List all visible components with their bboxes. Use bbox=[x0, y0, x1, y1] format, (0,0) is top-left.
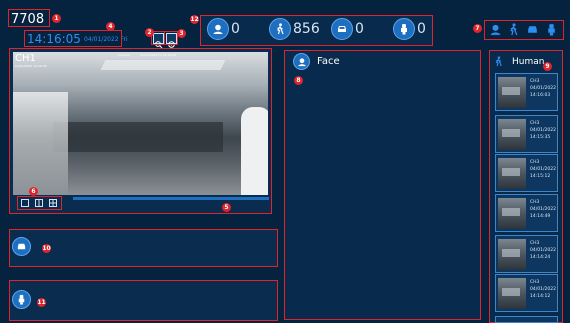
settings-button-box bbox=[164, 31, 178, 45]
scooter-icon bbox=[401, 24, 407, 35]
face-icon bbox=[213, 24, 223, 34]
marker-10: 10 bbox=[42, 244, 51, 253]
capture-channel: CH3 bbox=[530, 121, 540, 126]
capture-channel: CH3 bbox=[530, 280, 540, 285]
ceiling-light bbox=[100, 60, 226, 70]
human-capture-card[interactable]: CH3 04/01/2022 14:15:35 bbox=[495, 115, 558, 153]
human-count: 856 bbox=[293, 21, 320, 37]
human-capture-card[interactable]: CH3 04/01/2022 14:14:12 bbox=[495, 274, 558, 312]
marker-1: 1 bbox=[52, 14, 61, 23]
vehicle-stat-icon-circle bbox=[331, 18, 353, 40]
vehicle-panel-icon-circle bbox=[12, 237, 31, 256]
face-icon bbox=[297, 57, 306, 66]
capture-channel: CH3 bbox=[530, 160, 540, 165]
vehicle-filter-icon[interactable] bbox=[526, 23, 539, 36]
marker-3: 3 bbox=[177, 29, 186, 38]
face-stat-icon-circle bbox=[207, 18, 229, 40]
marker-11: 11 bbox=[37, 298, 46, 307]
capture-date: 04/01/2022 bbox=[530, 167, 556, 172]
capture-time: 14:16:03 bbox=[530, 93, 551, 98]
video-osd-timestamp: 04/01/2022 14:16:05 bbox=[15, 64, 47, 68]
marker-9: 9 bbox=[543, 62, 552, 71]
walking-person-icon bbox=[277, 23, 284, 35]
capture-time: 14:15:35 bbox=[530, 135, 551, 140]
person-foreground bbox=[241, 107, 268, 195]
capture-channel: CH3 bbox=[530, 200, 540, 205]
single-view-icon[interactable] bbox=[21, 199, 29, 207]
dual-view-icon[interactable] bbox=[35, 199, 43, 207]
equipment-rack bbox=[13, 92, 68, 195]
capture-time: 14:14:49 bbox=[530, 214, 551, 219]
car-icon bbox=[17, 243, 26, 250]
marker-12: 12 bbox=[190, 15, 199, 24]
human-capture-thumbnail bbox=[498, 119, 526, 150]
marker-4: 4 bbox=[106, 22, 115, 31]
capture-meta: CH3 04/01/2022 14:14:24 bbox=[530, 240, 556, 261]
video-osd-right: 04/01/2022 Fri 14:16:05 bbox=[140, 53, 177, 57]
clock-box bbox=[24, 30, 122, 47]
capture-date: 04/01/2022 bbox=[530, 86, 556, 91]
capture-date: 04/01/2022 bbox=[530, 287, 556, 292]
nonmotor-stat-icon-circle bbox=[393, 18, 415, 40]
capture-date: 04/01/2022 bbox=[530, 128, 556, 133]
nonmotor-count: 0 bbox=[417, 21, 426, 37]
capture-date: 04/01/2022 bbox=[530, 207, 556, 212]
channel-count-box bbox=[8, 9, 50, 27]
marker-2: 2 bbox=[145, 28, 154, 37]
capture-time: 14:15:12 bbox=[530, 174, 551, 179]
face-filter-icon[interactable] bbox=[489, 23, 502, 36]
capture-channel: CH3 bbox=[530, 79, 540, 84]
human-filter-icon[interactable] bbox=[507, 23, 520, 36]
human-capture-card[interactable]: CH3 04/01/2022 14:14:49 bbox=[495, 194, 558, 232]
marker-7: 7 bbox=[473, 24, 482, 33]
capture-meta: CH3 04/01/2022 14:14:49 bbox=[530, 199, 556, 220]
face-panel-title: Face bbox=[317, 56, 340, 67]
capture-meta: CH3 04/01/2022 14:15:12 bbox=[530, 159, 556, 180]
human-capture-card-partial[interactable] bbox=[495, 316, 558, 323]
quad-view-icon[interactable] bbox=[49, 199, 57, 207]
video-channel-label: CH1 bbox=[15, 53, 36, 64]
nonmotor-panel bbox=[9, 280, 278, 321]
video-camera-name: Camera bbox=[118, 53, 130, 57]
vehicle-count: 0 bbox=[355, 21, 364, 37]
marker-8: 8 bbox=[294, 76, 303, 85]
human-capture-card[interactable]: CH3 04/01/2022 14:14:24 bbox=[495, 235, 558, 273]
capture-time: 14:14:12 bbox=[530, 294, 551, 299]
human-capture-card[interactable]: CH3 04/01/2022 14:16:03 bbox=[495, 73, 558, 111]
human-stat-icon-circle bbox=[269, 18, 291, 40]
face-panel bbox=[284, 50, 481, 320]
human-capture-thumbnail bbox=[498, 158, 526, 189]
face-panel-icon-circle bbox=[293, 53, 310, 70]
nonmotor-panel-icon-circle bbox=[12, 290, 31, 309]
face-count: 0 bbox=[231, 21, 240, 37]
walking-person-icon bbox=[495, 56, 502, 67]
car-icon bbox=[338, 26, 346, 32]
video-progress-bar[interactable] bbox=[73, 197, 269, 200]
human-capture-card[interactable]: CH3 04/01/2022 14:15:12 bbox=[495, 154, 558, 192]
marker-6: 6 bbox=[29, 187, 38, 196]
scooter-icon bbox=[18, 294, 25, 305]
video-feed[interactable] bbox=[13, 52, 268, 195]
capture-date: 04/01/2022 bbox=[530, 248, 556, 253]
human-capture-thumbnail bbox=[498, 77, 526, 108]
human-capture-thumbnail bbox=[498, 239, 526, 270]
office-desks bbox=[53, 122, 223, 152]
capture-time: 14:14:24 bbox=[530, 255, 551, 260]
human-panel-title: Human bbox=[512, 57, 545, 67]
marker-5: 5 bbox=[222, 203, 231, 212]
capture-channel: CH3 bbox=[530, 241, 540, 246]
capture-meta: CH3 04/01/2022 14:14:12 bbox=[530, 279, 556, 300]
capture-meta: CH3 04/01/2022 14:15:35 bbox=[530, 120, 556, 141]
human-capture-thumbnail bbox=[498, 278, 526, 309]
capture-meta: CH3 04/01/2022 14:16:03 bbox=[530, 78, 556, 99]
human-capture-thumbnail bbox=[498, 198, 526, 229]
nonmotor-filter-icon[interactable] bbox=[545, 23, 558, 36]
